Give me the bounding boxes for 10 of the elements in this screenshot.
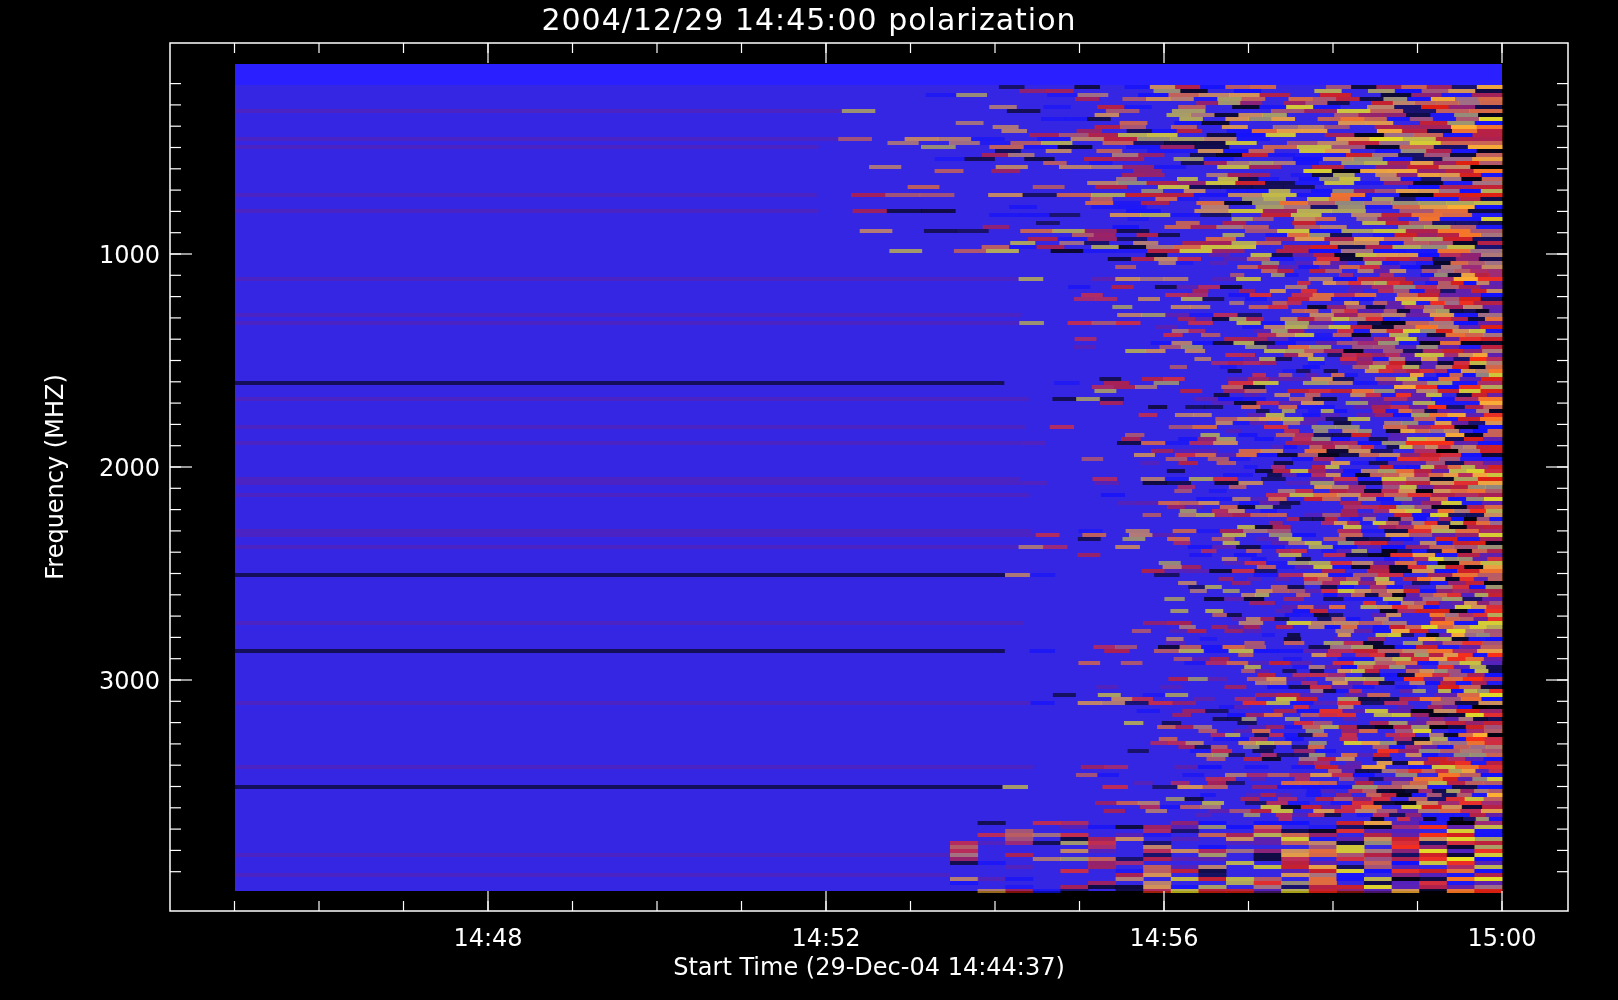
x-tick-label: 14:48: [453, 924, 523, 952]
y-axis-label: Frequency (MHZ): [41, 374, 69, 580]
y-tick-label: 3000: [98, 667, 160, 695]
x-tick-label: 15:00: [1467, 924, 1537, 952]
x-tick-label: 14:52: [791, 924, 861, 952]
x-tick-label: 14:56: [1129, 924, 1199, 952]
chart-title: 2004/12/29 14:45:00 polarization: [541, 1, 1077, 39]
y-tick-label: 2000: [98, 454, 160, 482]
x-axis-label: Start Time (29-Dec-04 14:44:37): [673, 953, 1065, 981]
y-tick-label: 1000: [98, 241, 160, 269]
